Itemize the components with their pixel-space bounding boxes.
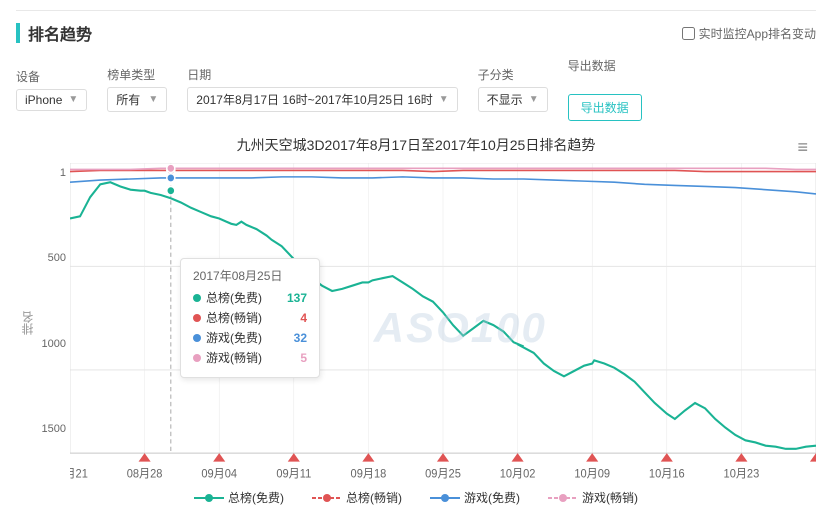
legend-item-2: 游戏(免费) <box>430 489 520 506</box>
svg-text:09月11: 09月11 <box>276 468 311 480</box>
export-button[interactable]: 导出数据 <box>568 94 642 121</box>
svg-text:10月09: 10月09 <box>574 468 610 480</box>
date-select[interactable]: 2017年8月17日 16时~2017年10月25日 16时 ▼ <box>187 87 457 112</box>
legend-label-1: 总榜(畅销) <box>346 489 402 506</box>
legend-line-1 <box>312 492 342 504</box>
subcategory-select[interactable]: 不显示 ▼ <box>478 87 548 112</box>
realtime-monitor-label: 实时监控App排名变动 <box>699 25 816 42</box>
section-title-text: 排名趋势 <box>28 21 92 45</box>
y-tick-1: 1 <box>38 167 66 179</box>
filter-row: 设备 iPhone ▼ 榜单类型 所有 ▼ 日期 2017年8月17日 16时~… <box>16 57 816 121</box>
tooltip-value-2: 32 <box>294 331 307 345</box>
date-value: 2017年8月17日 16时~2017年10月25日 16时 <box>196 91 432 108</box>
date-arrow-icon: ▼ <box>439 94 449 105</box>
legend-item-0: 总榜(免费) <box>194 489 284 506</box>
tooltip-date: 2017年08月25日 <box>193 267 307 284</box>
device-label: 设备 <box>16 68 87 85</box>
svg-text:09月18: 09月18 <box>351 468 387 480</box>
subcategory-arrow-icon: ▼ <box>529 94 539 105</box>
tooltip-item-2: 游戏(免费) 32 <box>193 329 307 346</box>
svg-text:10月02: 10月02 <box>500 468 536 480</box>
device-value: iPhone <box>25 93 62 107</box>
chart-tooltip: 2017年08月25日 总榜(免费) 137 总榜(畅销) 4 游戏(免费) <box>180 258 320 378</box>
tooltip-label-3: 游戏(畅销) <box>206 349 296 366</box>
tooltip-label-2: 游戏(免费) <box>206 329 290 346</box>
header-row: 排名趋势 实时监控App排名变动 <box>16 21 816 45</box>
export-filter-group: 导出数据 导出数据 <box>568 57 642 121</box>
svg-text:09月04: 09月04 <box>201 468 237 480</box>
tooltip-value-1: 4 <box>300 311 307 325</box>
tooltip-dot-1 <box>193 314 201 322</box>
legend-label-0: 总榜(免费) <box>228 489 284 506</box>
subcategory-label: 子分类 <box>478 66 548 83</box>
tooltip-dot-2 <box>193 334 201 342</box>
legend-line-0 <box>194 492 224 504</box>
svg-text:08月21: 08月21 <box>70 468 88 480</box>
section-title: 排名趋势 <box>16 21 92 45</box>
subcategory-value: 不显示 <box>487 91 523 108</box>
realtime-monitor: 实时监控App排名变动 <box>682 25 816 42</box>
tooltip-item-3: 游戏(畅销) 5 <box>193 349 307 366</box>
y-tick-500: 500 <box>38 252 66 264</box>
y-tick-1500: 1500 <box>38 423 66 435</box>
chart-svg-area: ASO100 <box>70 163 816 483</box>
subcategory-filter-group: 子分类 不显示 ▼ <box>478 66 548 112</box>
tooltip-item-0: 总榜(免费) 137 <box>193 289 307 306</box>
chart-menu-icon[interactable]: ≡ <box>797 137 808 158</box>
legend-item-3: 游戏(畅销) <box>548 489 638 506</box>
device-arrow-icon: ▼ <box>68 94 78 105</box>
legend-line-3 <box>548 492 578 504</box>
ranktype-select[interactable]: 所有 ▼ <box>107 87 167 112</box>
export-label: 导出数据 <box>568 57 642 74</box>
legend-row: 总榜(免费) 总榜(畅销) 游戏(免费) <box>16 489 816 506</box>
top-divider <box>16 10 816 11</box>
date-label: 日期 <box>187 66 457 83</box>
tooltip-dot-0 <box>193 294 201 302</box>
tooltip-dot-3 <box>193 354 201 362</box>
chart-title: 九州天空城3D2017年8月17日至2017年10月25日排名趋势 <box>16 135 816 155</box>
device-filter-group: 设备 iPhone ▼ <box>16 68 87 111</box>
tooltip-item-1: 总榜(畅销) 4 <box>193 309 307 326</box>
svg-text:10月23: 10月23 <box>724 468 760 480</box>
ranktype-value: 所有 <box>116 91 140 108</box>
svg-text:08月28: 08月28 <box>127 468 163 480</box>
realtime-monitor-checkbox[interactable] <box>682 27 695 40</box>
svg-text:10月16: 10月16 <box>649 468 685 480</box>
legend-label-2: 游戏(免费) <box>464 489 520 506</box>
legend-item-1: 总榜(畅销) <box>312 489 402 506</box>
legend-line-2 <box>430 492 460 504</box>
date-filter-group: 日期 2017年8月17日 16时~2017年10月25日 16时 ▼ <box>187 66 457 112</box>
svg-text:09月25: 09月25 <box>425 468 461 480</box>
y-axis-label: 排名 <box>19 311 36 335</box>
tooltip-value-3: 5 <box>300 351 307 365</box>
ranktype-arrow-icon: ▼ <box>148 94 158 105</box>
tooltip-label-1: 总榜(畅销) <box>206 309 296 326</box>
legend-label-3: 游戏(畅销) <box>582 489 638 506</box>
tooltip-value-0: 137 <box>287 291 307 305</box>
ranktype-label: 榜单类型 <box>107 66 167 83</box>
ranktype-filter-group: 榜单类型 所有 ▼ <box>107 66 167 112</box>
y-tick-1000: 1000 <box>38 338 66 350</box>
chart-wrapper: 九州天空城3D2017年8月17日至2017年10月25日排名趋势 ≡ 排名 1… <box>16 135 816 506</box>
tooltip-label-0: 总榜(免费) <box>206 289 283 306</box>
device-select[interactable]: iPhone ▼ <box>16 89 87 111</box>
